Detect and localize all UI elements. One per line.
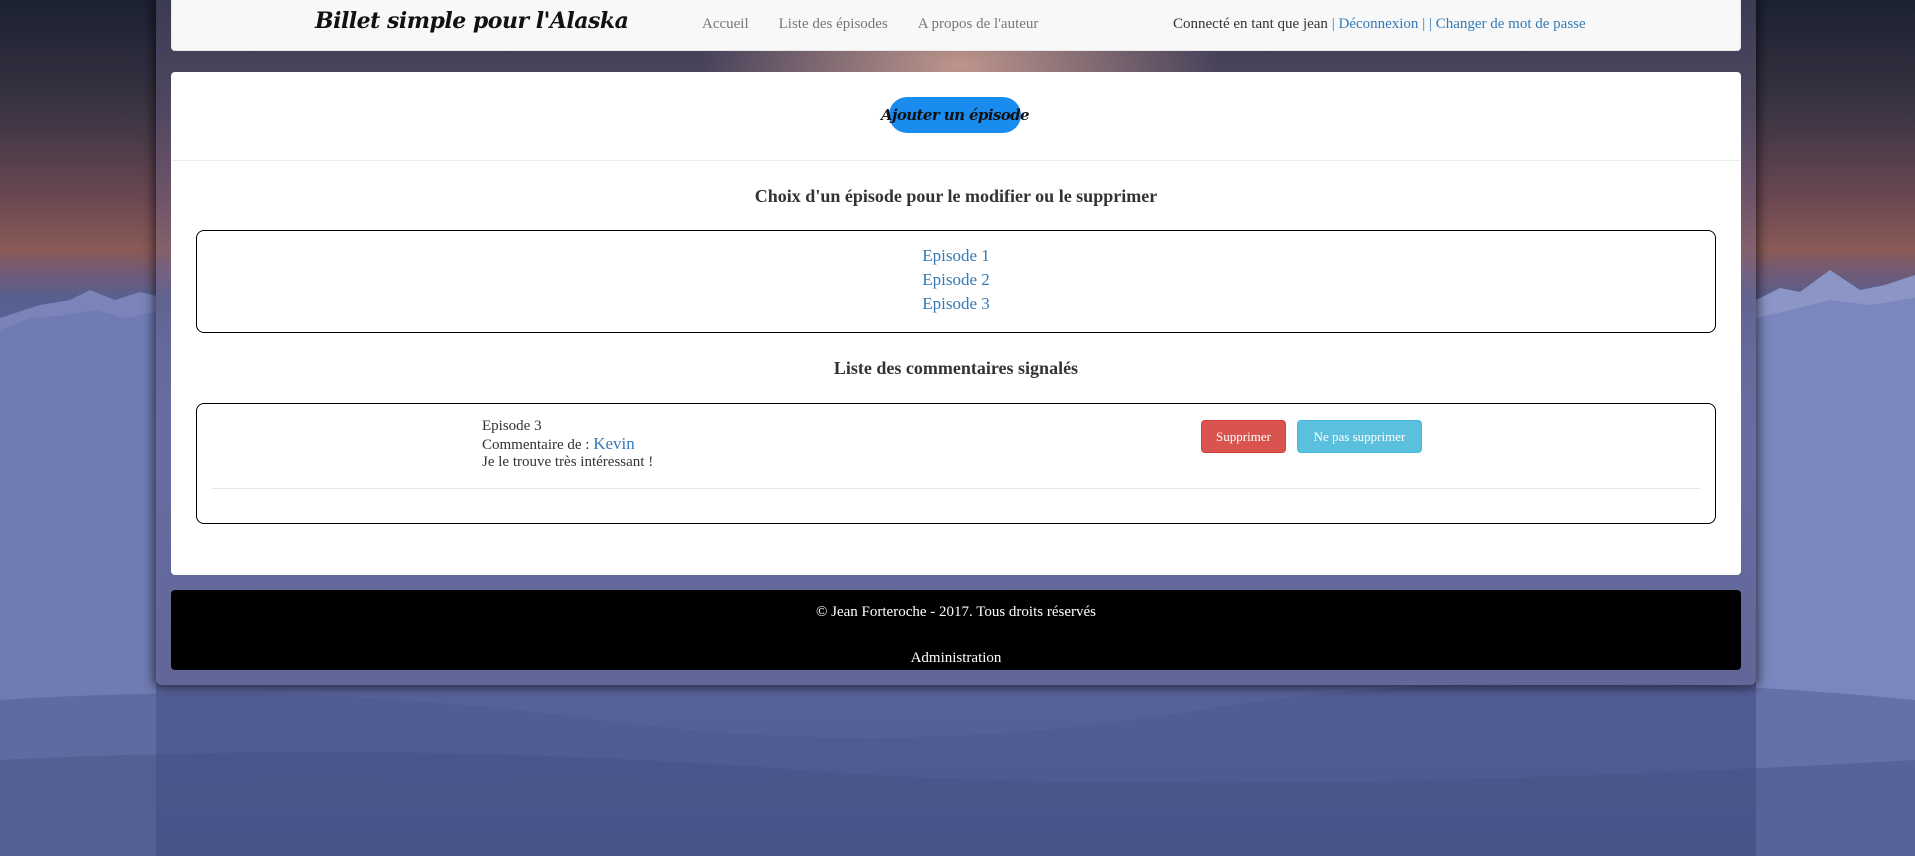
main-content: Ajouter un épisode Choix d'un épisode po… — [171, 72, 1741, 575]
nav-links: Accueil Liste des épisodes A propos de l… — [702, 16, 1038, 33]
footer-copyright: © Jean Forteroche - 2017. Tous droits ré… — [815, 604, 1096, 620]
nav-link-about-author[interactable]: A propos de l'auteur — [918, 16, 1039, 33]
change-password-link[interactable]: Changer de mot de passe — [1436, 16, 1586, 32]
episode-link[interactable]: Episode 2 — [197, 268, 1715, 292]
keep-comment-button[interactable]: Ne pas supprimer — [1297, 420, 1422, 453]
comment-author-line: Commentaire de : Kevin — [482, 435, 653, 454]
comment-text: Je le trouve très intéressant ! — [482, 454, 654, 470]
separator: | | — [1418, 16, 1436, 32]
episodes-list: Episode 1 Episode 2 Episode 3 — [197, 244, 1715, 316]
divider — [212, 488, 1700, 489]
comments-section-title: Liste des commentaires signalés — [833, 358, 1079, 378]
nav-link-accueil[interactable]: Accueil — [702, 16, 749, 33]
site-brand[interactable]: Billet simple pour l'Alaska — [315, 8, 629, 34]
episodes-section-title: Choix d'un épisode pour le modifier ou l… — [754, 186, 1158, 206]
delete-comment-button[interactable]: Supprimer — [1201, 420, 1286, 453]
footer: © Jean Forteroche - 2017. Tous droits ré… — [171, 590, 1741, 670]
user-area: Connecté en tant que jean | Déconnexion … — [1173, 16, 1586, 33]
logged-in-text: Connecté en tant que jean — [1173, 16, 1328, 32]
comment-author[interactable]: Kevin — [593, 434, 635, 453]
episode-link[interactable]: Episode 3 — [197, 292, 1715, 316]
comment-episode: Episode 3 — [482, 418, 542, 434]
nav-link-episodes-list[interactable]: Liste des épisodes — [779, 16, 888, 33]
add-episode-button[interactable]: Ajouter un épisode — [881, 97, 1030, 133]
episode-link[interactable]: Episode 1 — [197, 244, 1715, 268]
logout-link[interactable]: Déconnexion — [1338, 16, 1418, 32]
reported-comments-box: Episode 3 Commentaire de : Kevin Je le t… — [196, 403, 1716, 524]
navbar: Billet simple pour l'Alaska Accueil List… — [171, 0, 1741, 51]
episodes-list-box: Episode 1 Episode 2 Episode 3 — [196, 230, 1716, 333]
reported-comment: Episode 3 Commentaire de : Kevin Je le t… — [482, 418, 653, 471]
comment-author-prefix: Commentaire de : — [482, 437, 590, 453]
footer-admin-link[interactable]: Administration — [171, 650, 1741, 667]
divider — [171, 160, 1741, 161]
